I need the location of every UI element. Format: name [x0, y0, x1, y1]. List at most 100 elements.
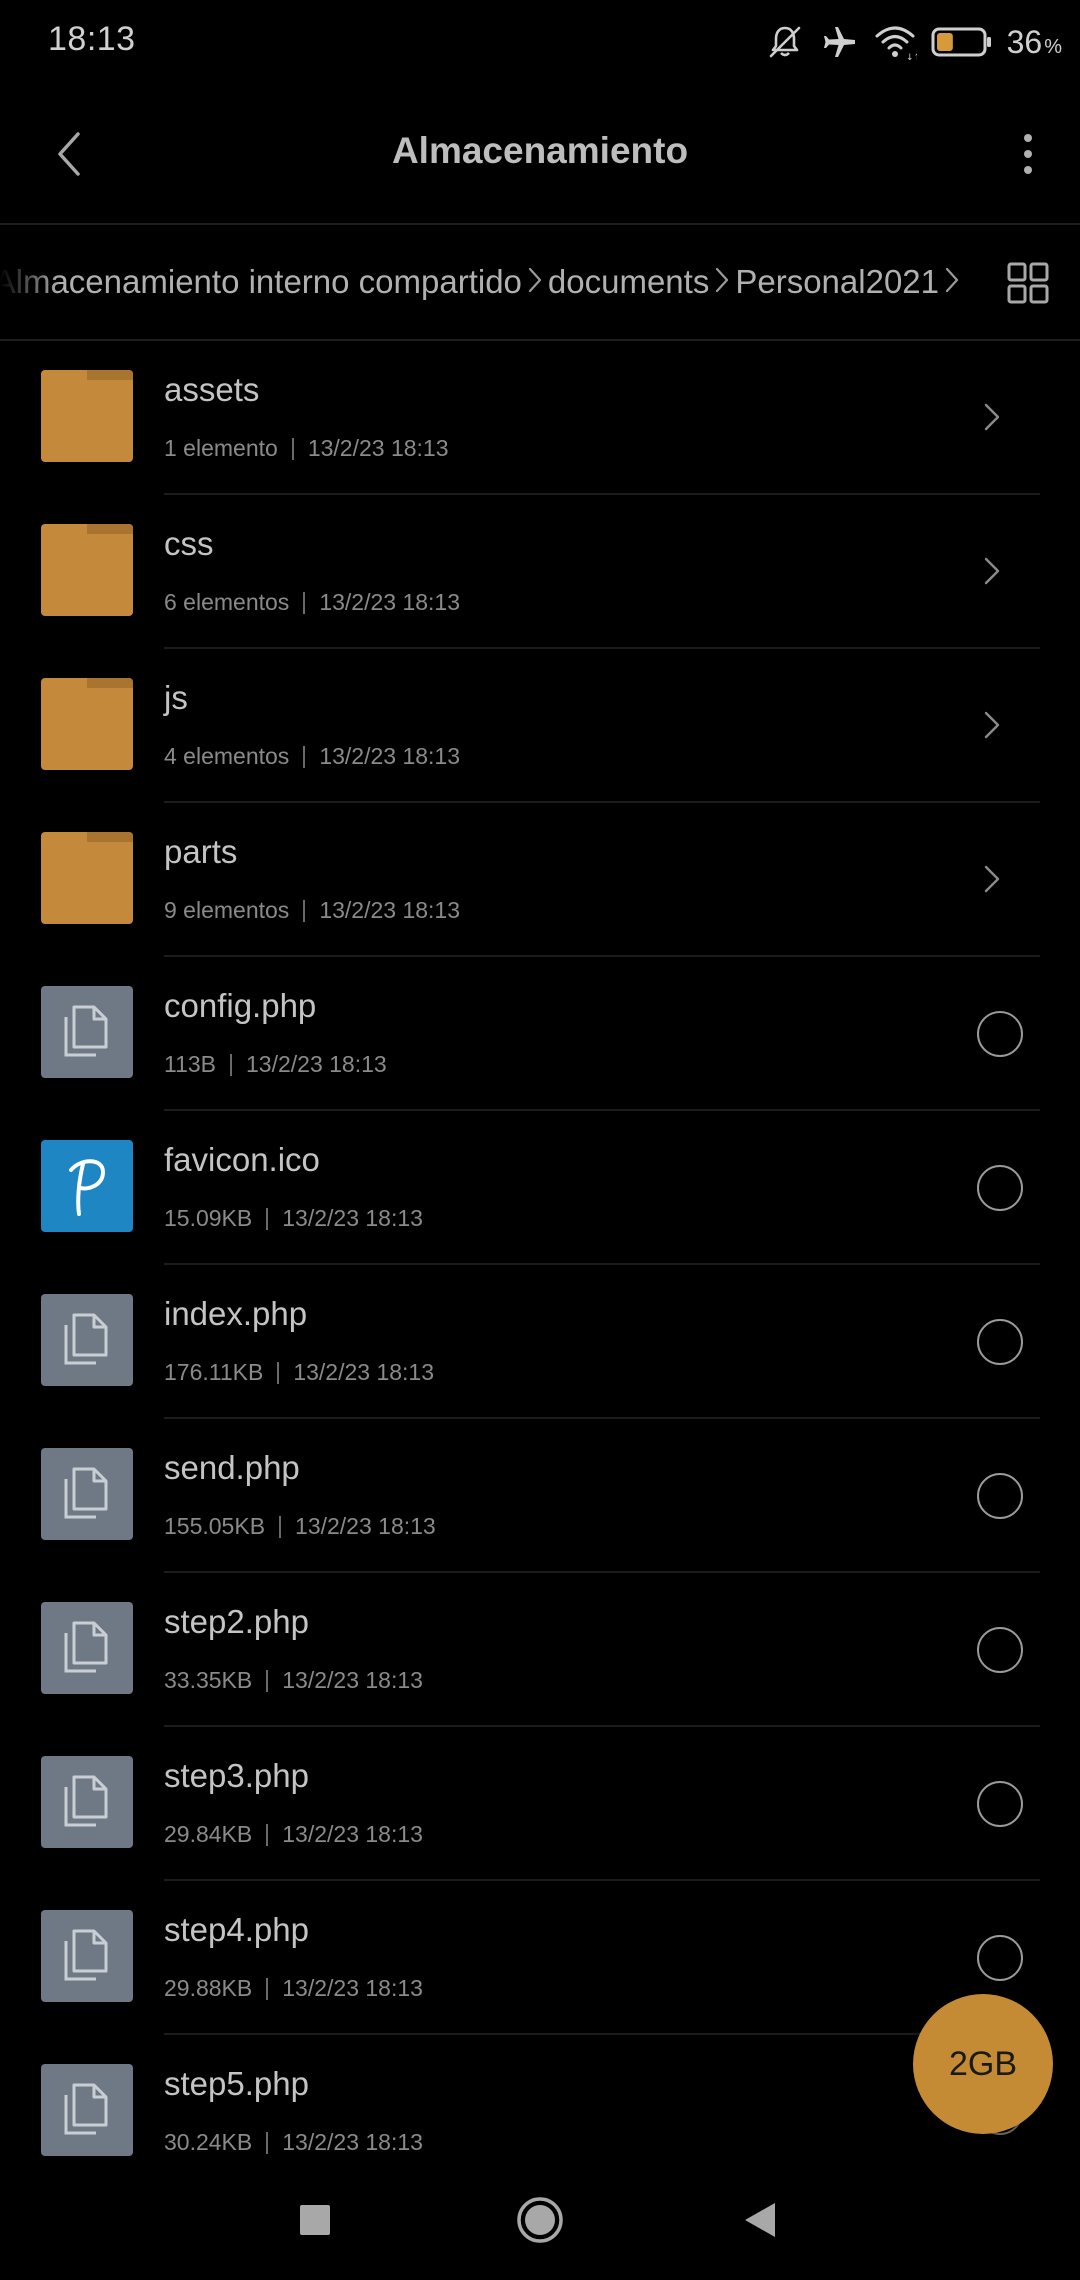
folder-row[interactable]: assets 1 elemento 13/2/23 18:13	[0, 341, 1080, 495]
file-info: 29.88KB	[164, 1975, 253, 2001]
status-time: 18:13	[48, 20, 136, 58]
favicon-thumbnail	[41, 1140, 133, 1232]
file-meta: 33.35KB 13/2/23 18:13	[164, 1667, 423, 1694]
recents-square-icon	[300, 2205, 330, 2235]
file-row[interactable]: send.php 155.05KB 13/2/23 18:13	[0, 1419, 1080, 1573]
more-options-button[interactable]	[996, 122, 1060, 186]
chevron-right-icon	[528, 263, 542, 301]
document-icon	[41, 1910, 133, 2002]
folder-icon	[41, 370, 133, 462]
file-info: 1 elemento	[164, 435, 278, 461]
file-row[interactable]: index.php 176.11KB 13/2/23 18:13	[0, 1265, 1080, 1419]
file-date: 13/2/23 18:13	[246, 1051, 387, 1077]
file-manager-screen: 18:13 ↓↑	[0, 0, 1080, 2280]
select-checkbox[interactable]	[977, 1627, 1023, 1673]
document-icon	[41, 1294, 133, 1386]
file-meta: 4 elementos 13/2/23 18:13	[164, 743, 460, 770]
file-row[interactable]: favicon.ico 15.09KB 13/2/23 18:13	[0, 1111, 1080, 1265]
file-meta: 6 elementos 13/2/23 18:13	[164, 589, 460, 616]
status-bar: 18:13 ↓↑	[0, 0, 1080, 84]
file-date: 13/2/23 18:13	[295, 1513, 436, 1539]
file-name: config.php	[164, 987, 317, 1024]
folder-row[interactable]: css 6 elementos 13/2/23 18:13	[0, 495, 1080, 649]
meta-separator	[303, 745, 306, 768]
battery-percentage: 36%	[1006, 23, 1062, 60]
meta-separator	[277, 1361, 280, 1384]
storage-usage-button[interactable]: 2GB	[913, 1994, 1053, 2134]
nav-back-button[interactable]	[700, 2160, 820, 2280]
file-name: step2.php	[164, 1603, 309, 1640]
app-header: Almacenamiento	[0, 84, 1080, 224]
file-date: 13/2/23 18:13	[293, 1359, 435, 1385]
meta-separator	[266, 1207, 269, 1230]
select-checkbox[interactable]	[977, 1473, 1023, 1519]
status-icons: ↓↑ 36%	[765, 18, 1062, 66]
select-checkbox[interactable]	[977, 1165, 1023, 1211]
chevron-right-icon	[972, 391, 1012, 443]
more-vertical-icon	[1024, 134, 1032, 174]
document-icon	[41, 986, 133, 1078]
file-date: 13/2/23 18:13	[319, 897, 460, 923]
file-info: 6 elementos	[164, 589, 290, 615]
file-date: 13/2/23 18:13	[307, 435, 449, 461]
breadcrumb: Almacenamiento interno compartido documen…	[0, 225, 1080, 339]
breadcrumb-item[interactable]: documents	[548, 263, 709, 301]
file-row[interactable]: config.php 113B 13/2/23 18:13	[0, 957, 1080, 1111]
meta-separator	[230, 1053, 233, 1076]
meta-separator	[266, 2131, 269, 2154]
recents-button[interactable]	[255, 2160, 375, 2280]
select-checkbox[interactable]	[977, 1935, 1023, 1981]
file-name: js	[164, 679, 188, 716]
file-date: 13/2/23 18:13	[282, 1821, 423, 1847]
document-icon	[41, 2064, 133, 2156]
file-name: index.php	[164, 1295, 308, 1332]
document-icon	[41, 1448, 133, 1540]
select-checkbox[interactable]	[977, 1011, 1023, 1057]
select-checkbox[interactable]	[977, 1319, 1023, 1365]
folder-icon	[41, 832, 133, 924]
folder-icon	[41, 524, 133, 616]
breadcrumb-item[interactable]: Personal2021	[735, 263, 939, 301]
select-checkbox[interactable]	[977, 1781, 1023, 1827]
file-meta: 113B 13/2/23 18:13	[164, 1051, 387, 1078]
breadcrumb-item[interactable]: Almacenamiento interno compartido	[0, 263, 522, 301]
system-nav-bar	[0, 2160, 1080, 2280]
file-row[interactable]: step4.php 29.88KB 13/2/23 18:13	[0, 1881, 1080, 2035]
document-icon	[41, 1756, 133, 1848]
page-title: Almacenamiento	[391, 130, 689, 171]
meta-separator	[291, 437, 294, 460]
file-name: step3.php	[164, 1757, 309, 1794]
file-row[interactable]: step3.php 29.84KB 13/2/23 18:13	[0, 1727, 1080, 1881]
file-info: 29.84KB	[164, 1821, 253, 1847]
file-row[interactable]: step2.php 33.35KB 13/2/23 18:13	[0, 1573, 1080, 1727]
document-icon	[41, 1602, 133, 1694]
svg-text:↓↑: ↓↑	[906, 53, 917, 62]
home-circle-icon	[517, 2197, 563, 2243]
file-name: css	[164, 525, 214, 562]
file-info: 113B	[164, 1051, 217, 1077]
file-meta: 1 elemento 13/2/23 18:13	[164, 435, 449, 462]
file-name: favicon.ico	[164, 1141, 320, 1178]
home-button[interactable]	[480, 2160, 600, 2280]
chevron-right-icon	[972, 699, 1012, 751]
meta-separator	[303, 591, 306, 614]
folder-icon	[41, 678, 133, 770]
grid-view-icon[interactable]	[1006, 261, 1050, 305]
file-info: 33.35KB	[164, 1667, 253, 1693]
file-meta: 155.05KB 13/2/23 18:13	[164, 1513, 436, 1540]
file-date: 13/2/23 18:13	[282, 1205, 423, 1231]
meta-separator	[266, 1669, 269, 1692]
folder-row[interactable]: parts 9 elementos 13/2/23 18:13	[0, 803, 1080, 957]
mute-icon	[765, 22, 805, 62]
folder-row[interactable]: js 4 elementos 13/2/23 18:13	[0, 649, 1080, 803]
chevron-right-icon	[972, 545, 1012, 597]
battery-icon	[931, 24, 993, 60]
file-name: assets	[164, 371, 260, 408]
file-date: 13/2/23 18:13	[282, 2129, 423, 2155]
file-date: 13/2/23 18:13	[282, 1667, 423, 1693]
chevron-right-icon	[945, 263, 959, 301]
file-info: 9 elementos	[164, 897, 290, 923]
chevron-right-icon	[972, 853, 1012, 905]
meta-separator	[279, 1515, 282, 1538]
breadcrumb-fade	[0, 225, 60, 339]
